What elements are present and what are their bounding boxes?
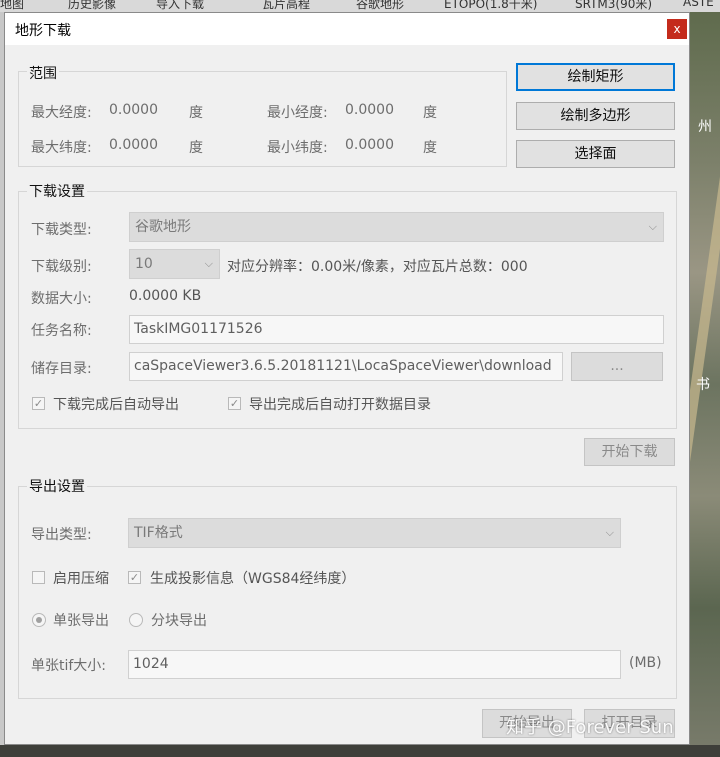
min-lat-value: 0.0000: [345, 137, 394, 153]
min-lon-label: 最小经度:: [267, 105, 328, 121]
toolbar-item[interactable]: ETOPO(1.8千米): [444, 0, 538, 12]
projection-label: 生成投影信息（WGS84经纬度）: [150, 571, 356, 587]
block-export-radio[interactable]: [129, 613, 143, 627]
tif-size-label: 单张tif大小:: [31, 658, 107, 674]
max-lat-label: 最大纬度:: [31, 140, 92, 156]
download-type-value: 谷歌地形: [135, 219, 191, 235]
tif-size-unit: (MB): [629, 655, 662, 671]
min-lat-label: 最小纬度:: [267, 140, 328, 156]
dialog-titlebar[interactable]: 地形下载 x: [5, 13, 689, 45]
select-face-button[interactable]: 选择面: [516, 140, 675, 168]
max-lat-unit: 度: [189, 140, 203, 156]
download-settings-title: 下载设置: [27, 181, 87, 201]
toolbar-item[interactable]: 瓦片高程: [262, 0, 310, 12]
background-toolbar: /地图 历史影像 导入下载 瓦片高程 谷歌地形 ETOPO(1.8千米) SRT…: [0, 0, 720, 12]
tif-size-input[interactable]: 1024: [128, 650, 621, 679]
download-type-select[interactable]: 谷歌地形 ⌵: [129, 212, 664, 242]
projection-checkbox[interactable]: ✓: [128, 571, 141, 584]
watermark-text: 知乎 @Forever Sun: [506, 717, 674, 738]
close-button[interactable]: x: [667, 19, 687, 39]
toolbar-item[interactable]: 谷歌地形: [356, 0, 404, 12]
map-label: 书: [696, 377, 710, 393]
task-name-label: 任务名称:: [31, 323, 92, 339]
download-type-label: 下载类型:: [31, 222, 92, 238]
export-type-value: TIF格式: [134, 525, 183, 541]
download-level-label: 下载级别:: [31, 259, 92, 275]
chevron-down-icon: ⌵: [605, 526, 614, 539]
max-lon-value: 0.0000: [109, 102, 158, 118]
auto-open-dir-checkbox[interactable]: ✓: [228, 397, 241, 410]
single-export-label: 单张导出: [53, 613, 109, 629]
background-bottom: [0, 745, 720, 757]
min-lon-value: 0.0000: [345, 102, 394, 118]
block-export-label: 分块导出: [151, 613, 207, 629]
map-label: 州: [698, 119, 712, 135]
compress-label: 启用压缩: [53, 571, 109, 587]
chevron-down-icon: ⌵: [204, 257, 213, 270]
storage-dir-input[interactable]: caSpaceViewer3.6.5.20181121\LocaSpaceVie…: [129, 352, 563, 381]
download-level-value: 10: [135, 256, 153, 272]
data-size-label: 数据大小:: [31, 291, 92, 307]
storage-dir-label: 储存目录:: [31, 361, 92, 377]
min-lon-unit: 度: [423, 105, 437, 121]
draw-polygon-button[interactable]: 绘制多边形: [516, 102, 675, 130]
min-lat-unit: 度: [423, 140, 437, 156]
max-lon-label: 最大经度:: [31, 105, 92, 121]
toolbar-item[interactable]: SRTM3(90米): [575, 0, 652, 12]
background-map[interactable]: 州 书: [664, 12, 720, 757]
single-export-radio[interactable]: [32, 613, 46, 627]
draw-rectangle-button[interactable]: 绘制矩形: [516, 63, 675, 91]
toolbar-item[interactable]: /地图: [0, 0, 24, 12]
data-size-value: 0.0000 KB: [129, 288, 202, 304]
dialog-title: 地形下载: [15, 23, 71, 39]
download-level-select[interactable]: 10 ⌵: [129, 249, 220, 279]
start-download-button[interactable]: 开始下载: [584, 438, 675, 466]
browse-button[interactable]: ...: [571, 352, 663, 381]
close-icon: x: [673, 22, 681, 36]
terrain-download-dialog: 地形下载 x 范围 最大经度: 0.0000 度 最小经度: 0.0000 度 …: [4, 12, 690, 745]
resolution-info: 对应分辨率：0.00米/像素，对应瓦片总数：000: [227, 259, 528, 275]
export-type-label: 导出类型:: [31, 527, 92, 543]
auto-open-dir-label: 导出完成后自动打开数据目录: [249, 397, 431, 413]
toolbar-item[interactable]: 历史影像: [68, 0, 116, 12]
toolbar-item[interactable]: ASTE: [683, 0, 714, 9]
export-type-select[interactable]: TIF格式 ⌵: [128, 518, 621, 548]
compress-checkbox[interactable]: [32, 571, 45, 584]
export-settings-title: 导出设置: [27, 476, 87, 496]
auto-export-label: 下载完成后自动导出: [53, 397, 179, 413]
toolbar-item[interactable]: 导入下载: [156, 0, 204, 12]
max-lon-unit: 度: [189, 105, 203, 121]
max-lat-value: 0.0000: [109, 137, 158, 153]
task-name-input[interactable]: TaskIMG01171526: [129, 315, 664, 344]
auto-export-checkbox[interactable]: ✓: [32, 397, 45, 410]
chevron-down-icon: ⌵: [648, 220, 657, 233]
range-group-title: 范围: [27, 63, 59, 83]
